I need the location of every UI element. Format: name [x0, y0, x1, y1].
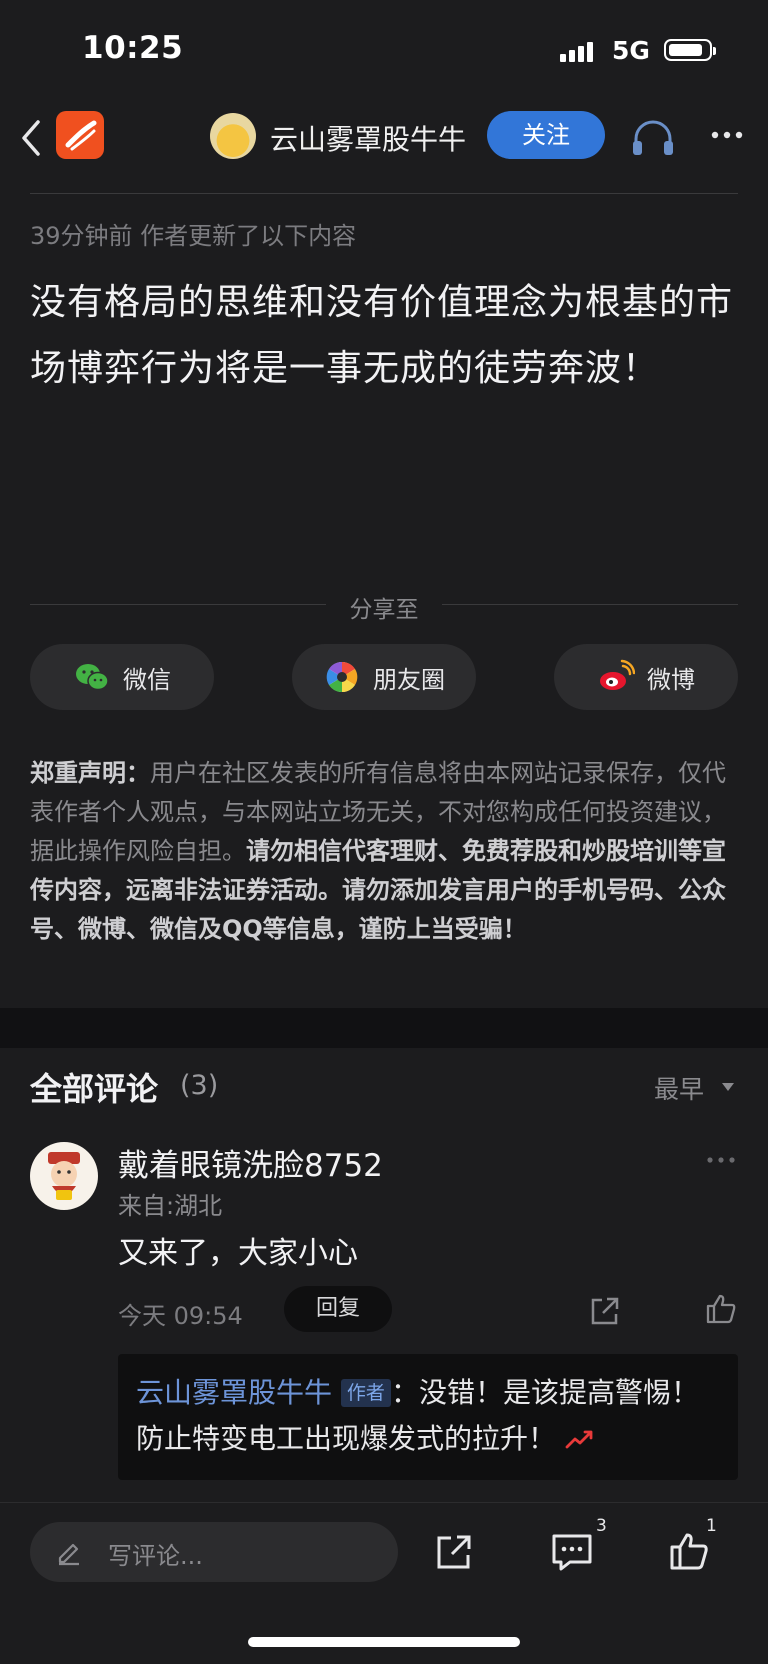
app-logo-icon[interactable]	[56, 111, 104, 159]
post-body: 没有格局的思维和没有价值理念为根基的市场博弈行为将是一事无成的徒劳奔波！	[30, 282, 734, 389]
weibo-icon	[600, 659, 635, 690]
comment-time: 今天 09:54	[118, 1302, 243, 1330]
share-weibo-label: 微博	[647, 665, 695, 694]
trend-up-icon	[565, 1430, 593, 1449]
disclaimer-heading: 郑重声明：	[30, 759, 150, 787]
comments-title: 全部评论	[30, 1070, 159, 1108]
follow-button[interactable]: 关注	[487, 111, 605, 159]
signal-icon	[560, 40, 600, 62]
comment-text: 又来了，大家小心	[118, 1236, 358, 1271]
author-badge: 作者	[340, 1379, 391, 1407]
sort-dropdown[interactable]: 最早	[654, 1070, 704, 1106]
comment-share-icon[interactable]	[588, 1294, 622, 1328]
comment-more-icon[interactable]	[706, 1156, 736, 1164]
home-indicator	[248, 1637, 520, 1647]
like-icon[interactable]	[668, 1530, 710, 1572]
comment-icon[interactable]	[550, 1532, 594, 1572]
reply-author-name[interactable]: 云山雾罩股牛牛	[136, 1376, 332, 1409]
divider	[30, 193, 738, 194]
author-reply-text: 云山雾罩股牛牛 作者 ：没错！是该提高警惕！防止特变电工出现爆发式的拉升！	[136, 1370, 726, 1462]
commenter-location: 来自:湖北	[118, 1192, 223, 1220]
share-moments-button[interactable]: 朋友圈	[292, 644, 476, 710]
network-label: 5G	[612, 36, 650, 65]
reply-button[interactable]: 回复	[284, 1286, 392, 1332]
share-wechat-button[interactable]: 微信	[30, 644, 214, 710]
share-moments-label: 朋友圈	[373, 665, 445, 694]
section-separator	[0, 1008, 768, 1048]
caret-down-icon[interactable]	[722, 1083, 734, 1091]
disclaimer: 郑重声明：用户在社区发表的所有信息将由本网站记录保存，仅代表作者个人观点，与本网…	[30, 754, 740, 949]
headphone-icon[interactable]	[630, 115, 676, 159]
commenter-name[interactable]: 戴着眼镜洗脸8752	[118, 1140, 383, 1185]
status-time: 10:25	[82, 30, 184, 66]
share-label: 分享至	[349, 597, 419, 623]
share-weibo-button[interactable]: 微博	[554, 644, 738, 710]
share-icon[interactable]	[434, 1532, 474, 1572]
share-wechat-label: 微信	[123, 665, 171, 694]
divider	[30, 604, 326, 605]
pencil-icon	[58, 1543, 79, 1566]
like-count-badge: 1	[706, 1516, 717, 1536]
more-options-icon[interactable]	[710, 128, 744, 142]
commenter-avatar[interactable]	[30, 1142, 98, 1210]
divider	[442, 604, 738, 605]
moments-icon	[326, 661, 358, 693]
author-avatar[interactable]	[210, 113, 256, 159]
update-notice: 39分钟前 作者更新了以下内容	[30, 222, 357, 250]
back-arrow-icon[interactable]	[18, 118, 44, 158]
battery-icon	[664, 39, 716, 61]
comment-count-badge: 3	[596, 1516, 607, 1536]
author-name[interactable]: 云山雾罩股牛牛	[270, 118, 466, 158]
comments-count: (3)	[180, 1070, 219, 1101]
comment-input[interactable]	[30, 1522, 398, 1582]
comment-like-icon[interactable]	[704, 1292, 738, 1326]
wechat-icon	[76, 664, 109, 691]
comment-input-placeholder[interactable]: 写评论...	[108, 1536, 203, 1571]
